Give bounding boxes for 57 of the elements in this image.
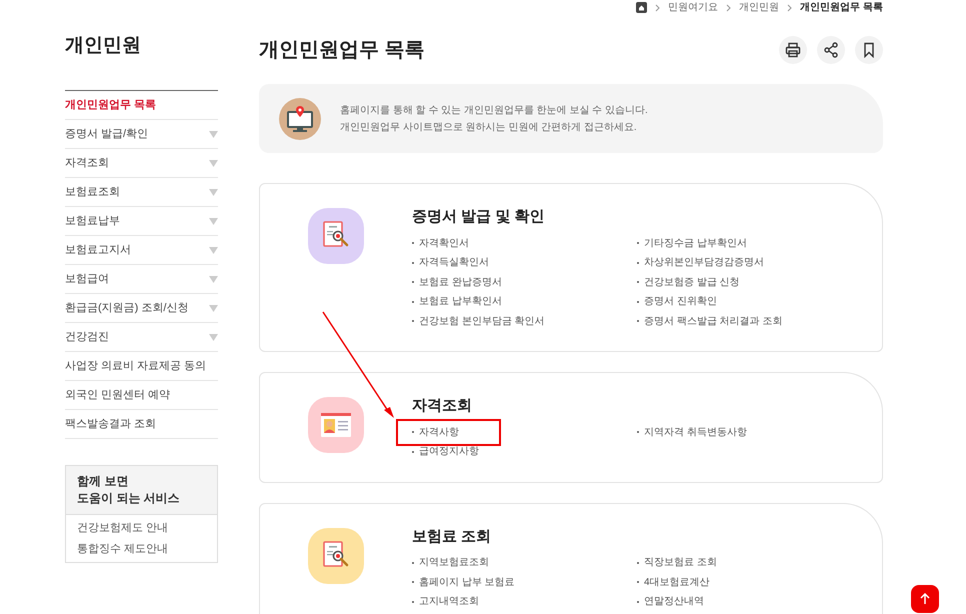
sidebar-item[interactable]: 보험급여	[65, 265, 218, 294]
service-link[interactable]: 건강보험 본인부담금 확인서	[412, 314, 545, 329]
sidebar-item[interactable]: 개인민원업무 목록	[65, 91, 218, 120]
service-link[interactable]: 기타징수금 납부확인서	[637, 236, 747, 251]
chevron-icon	[655, 4, 660, 12]
service-link[interactable]: 차상위본인부담경감증명서	[637, 255, 764, 270]
sidebar-item[interactable]: 사업장 의료비 자료제공 동의	[65, 352, 218, 381]
print-button[interactable]	[779, 36, 807, 64]
section-title: 증명서 발급 및 확인	[412, 207, 546, 227]
sidebar-item[interactable]: 건강검진	[65, 323, 218, 352]
related-service-link[interactable]: 통합징수 제도안내	[77, 540, 206, 557]
breadcrumb-link[interactable]: 개인민원	[739, 0, 780, 15]
monitor-pin-icon	[279, 98, 321, 140]
related-services-header: 함께 보면 도움이 되는 서비스	[66, 466, 217, 515]
section-title: 자격조회	[412, 396, 473, 416]
breadcrumb-link[interactable]: 민원여기요	[668, 0, 718, 15]
sidebar-item[interactable]: 보험료조회	[65, 178, 218, 207]
service-link[interactable]: 보험료 완납증명서	[412, 274, 502, 290]
service-link[interactable]: 지역자격 취득변동사항	[637, 424, 747, 440]
service-link[interactable]: 건강보험증 발급 신청	[637, 274, 740, 290]
bookmark-button[interactable]	[855, 36, 883, 64]
service-link[interactable]: 고지내역조회	[412, 594, 479, 610]
service-link[interactable]: 증명서 팩스발급 처리결과 조회	[637, 314, 782, 329]
sidebar-item[interactable]: 팩스발송결과 조회	[65, 410, 218, 439]
sidebar-item[interactable]: 증명서 발급/확인	[65, 120, 218, 149]
service-link[interactable]: 자격확인서	[412, 236, 469, 251]
breadcrumb-link[interactable]: 개인민원업무 목록	[800, 0, 883, 15]
sidebar-title: 개인민원	[65, 34, 142, 58]
service-link[interactable]: 지역보험료조회	[412, 555, 489, 570]
service-link[interactable]: 보험료 납부확인서	[412, 294, 502, 310]
service-link[interactable]: 4대보험료계산	[637, 574, 710, 590]
share-button[interactable]	[817, 36, 845, 64]
share-icon	[823, 42, 839, 58]
sidebar-item[interactable]: 외국인 민원센터 예약	[65, 381, 218, 410]
intro-text: 홈페이지를 통해 할 수 있는 개인민원업무를 한눈에 보실 수 있습니다.	[340, 104, 648, 118]
service-link[interactable]: 증명서 진위확인	[637, 294, 717, 310]
chevron-icon	[726, 4, 732, 12]
section-title: 보험료 조회	[412, 526, 492, 546]
related-service-link[interactable]: 건강보험제도 안내	[77, 520, 206, 536]
page-title: 개인민원업무 목록	[259, 38, 425, 63]
sidebar-item[interactable]: 보험료납부	[65, 207, 218, 236]
service-link[interactable]: 홈페이지 납부 보험료	[412, 574, 515, 590]
home-icon[interactable]	[636, 2, 648, 13]
chevron-icon	[787, 4, 792, 12]
up-arrow-icon	[919, 593, 931, 605]
print-icon	[785, 42, 801, 58]
intro-text: 개인민원업무 사이트맵으로 원하시는 민원에 간편하게 접근하세요.	[340, 120, 638, 134]
sidebar-item[interactable]: 자격조회	[65, 149, 218, 178]
scroll-top-button[interactable]	[911, 585, 939, 613]
service-link[interactable]: 자격사항	[398, 420, 499, 444]
service-link[interactable]: 연말정산내역	[637, 594, 704, 610]
service-link[interactable]: 직장보험료 조회	[637, 555, 717, 570]
id-card-icon	[320, 411, 352, 439]
sidebar-item[interactable]: 보험료고지서	[65, 236, 218, 265]
sidebar-item[interactable]: 환급금(지원금) 조회/신청	[65, 294, 218, 323]
service-link[interactable]: 자격득실확인서	[412, 255, 489, 270]
service-link[interactable]: 급여정지사항	[412, 444, 479, 460]
